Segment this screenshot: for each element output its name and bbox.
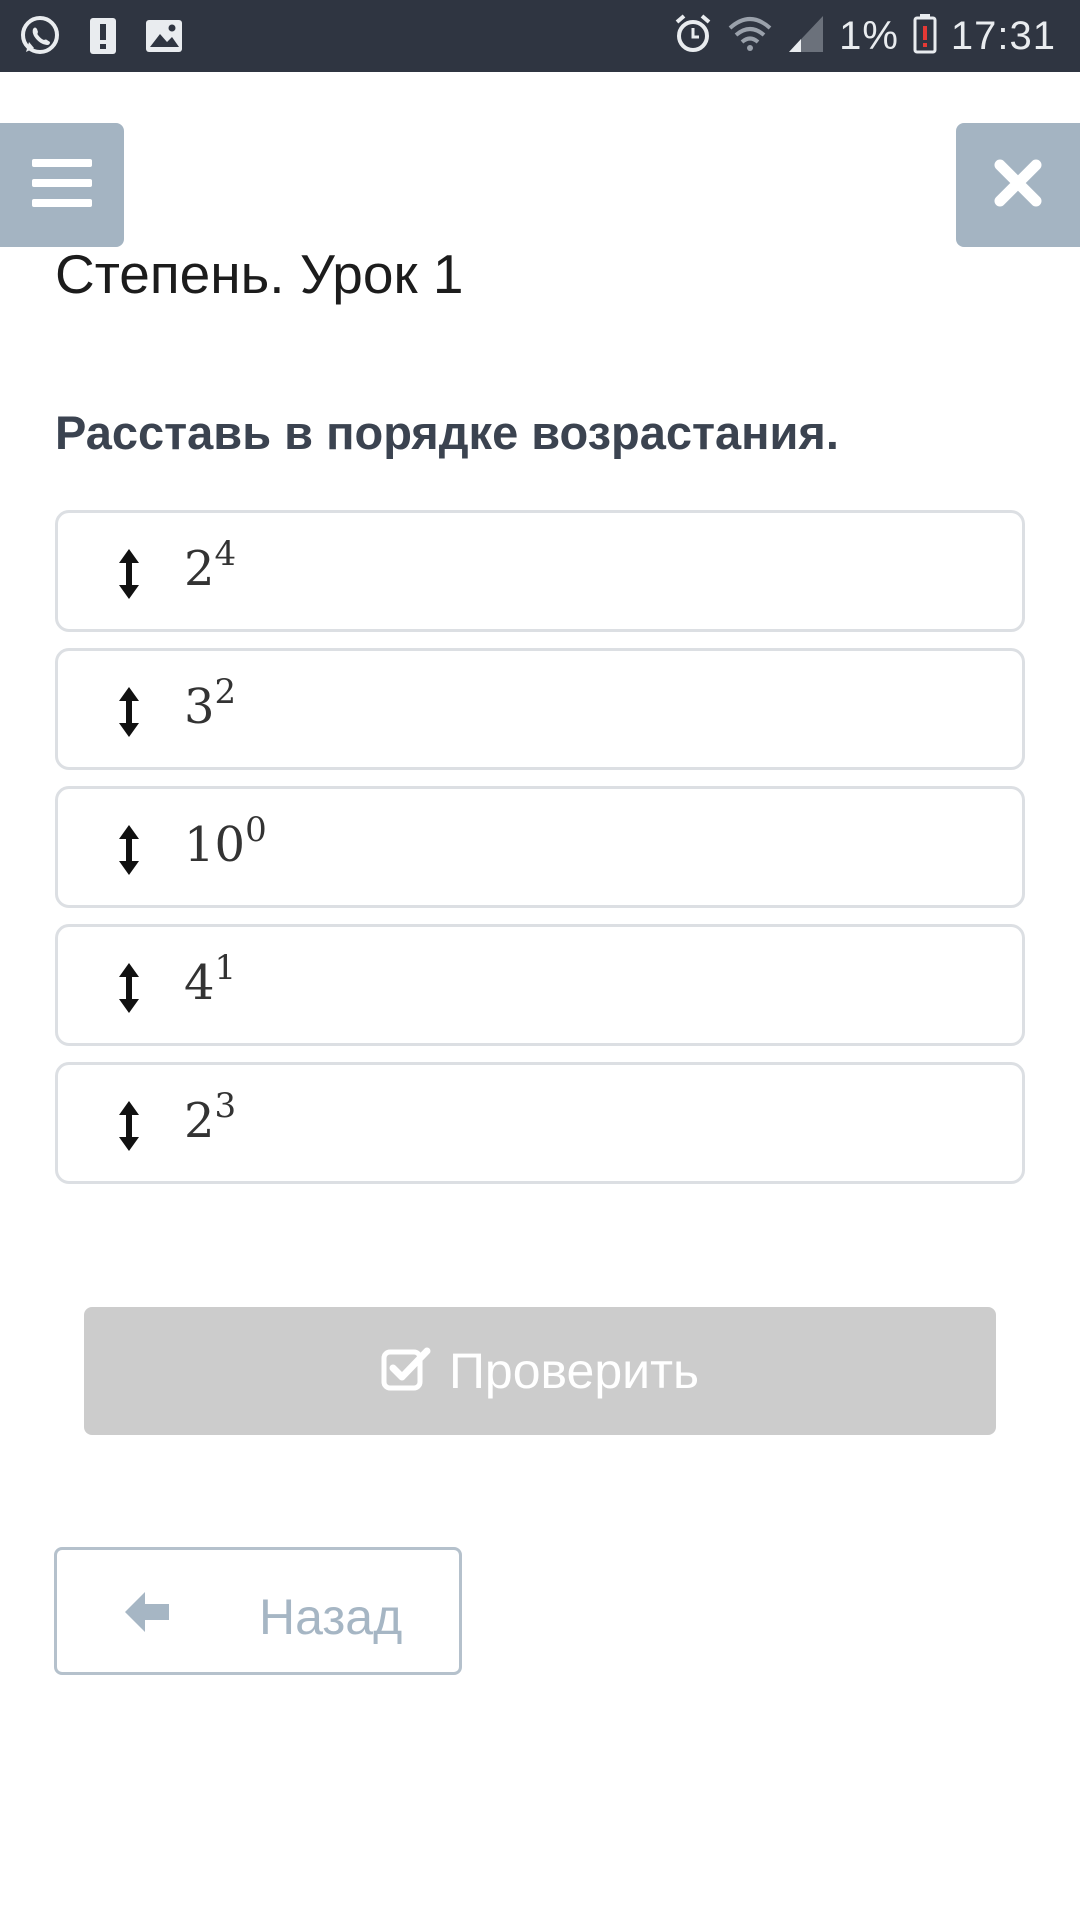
power-base: 10 (184, 817, 246, 873)
drag-handle-icon[interactable] (118, 961, 140, 1019)
drag-handle-icon[interactable] (118, 1099, 140, 1157)
close-icon (992, 157, 1044, 213)
power-base: 2 (184, 541, 215, 597)
clock: 17:31 (950, 13, 1056, 58)
menu-button[interactable] (0, 123, 124, 247)
sortable-item[interactable]: 32 (55, 648, 1025, 770)
check-button[interactable]: Проверить (84, 1307, 996, 1435)
task-instruction: Расставь в порядке возрастания. (55, 406, 839, 459)
sortable-list: 24 32 100 41 23 (55, 510, 1025, 1200)
power-expression: 41 (184, 951, 236, 1007)
sortable-item[interactable]: 23 (55, 1062, 1025, 1184)
alarm-icon (673, 12, 713, 60)
wifi-icon (727, 12, 773, 60)
power-expression: 23 (184, 1089, 236, 1145)
power-exponent: 2 (214, 672, 237, 712)
status-bar: 1% 17:31 (0, 0, 1080, 72)
back-button[interactable]: Назад (54, 1547, 462, 1675)
check-button-label: Проверить (448, 1343, 700, 1399)
page: 1% 17:31 Степень. Урок 1 Расставь в поря… (0, 0, 1080, 1920)
hamburger-menu-icon (30, 157, 94, 213)
checkbox-checked-icon (381, 1346, 431, 1396)
sortable-item[interactable]: 41 (55, 924, 1025, 1046)
power-expression: 24 (184, 537, 236, 593)
sortable-item[interactable]: 100 (55, 786, 1025, 908)
arrow-left-icon (123, 1590, 171, 1638)
battery-percent: 1% (839, 13, 899, 58)
gallery-icon (144, 14, 184, 62)
sortable-item[interactable]: 24 (55, 510, 1025, 632)
close-button[interactable] (956, 123, 1080, 247)
drag-handle-icon[interactable] (118, 823, 140, 881)
lesson-title: Степень. Урок 1 (55, 243, 464, 305)
power-base: 3 (184, 679, 215, 735)
power-expression: 100 (184, 813, 267, 869)
power-exponent: 1 (214, 948, 237, 988)
power-expression: 32 (184, 675, 236, 731)
notification-alert-icon (88, 14, 118, 62)
signal-icon (787, 12, 825, 60)
back-button-label: Назад (259, 1589, 403, 1645)
power-exponent: 4 (214, 534, 237, 574)
drag-handle-icon[interactable] (118, 685, 140, 743)
power-exponent: 3 (214, 1086, 237, 1126)
power-base: 4 (184, 955, 215, 1011)
battery-low-icon (913, 12, 937, 60)
whatsapp-icon (18, 14, 62, 62)
power-base: 2 (184, 1093, 215, 1149)
power-exponent: 0 (245, 810, 267, 850)
drag-handle-icon[interactable] (118, 547, 140, 605)
